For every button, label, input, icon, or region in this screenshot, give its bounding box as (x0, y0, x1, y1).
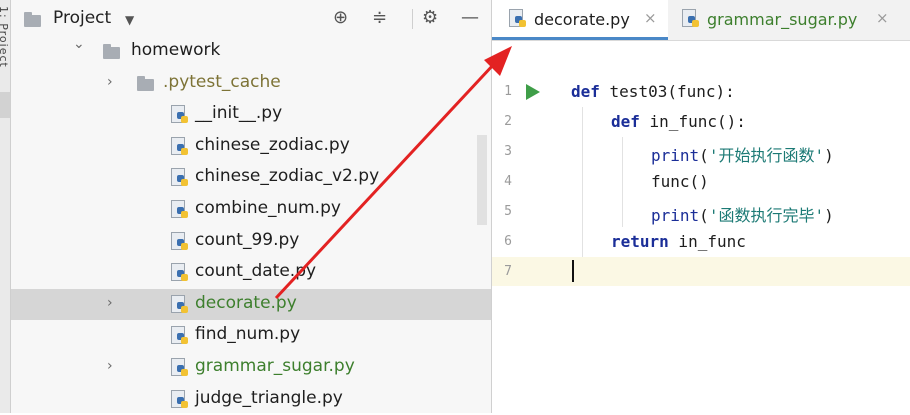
annotation-arrow (274, 46, 512, 300)
arrow-shaft (274, 62, 496, 300)
